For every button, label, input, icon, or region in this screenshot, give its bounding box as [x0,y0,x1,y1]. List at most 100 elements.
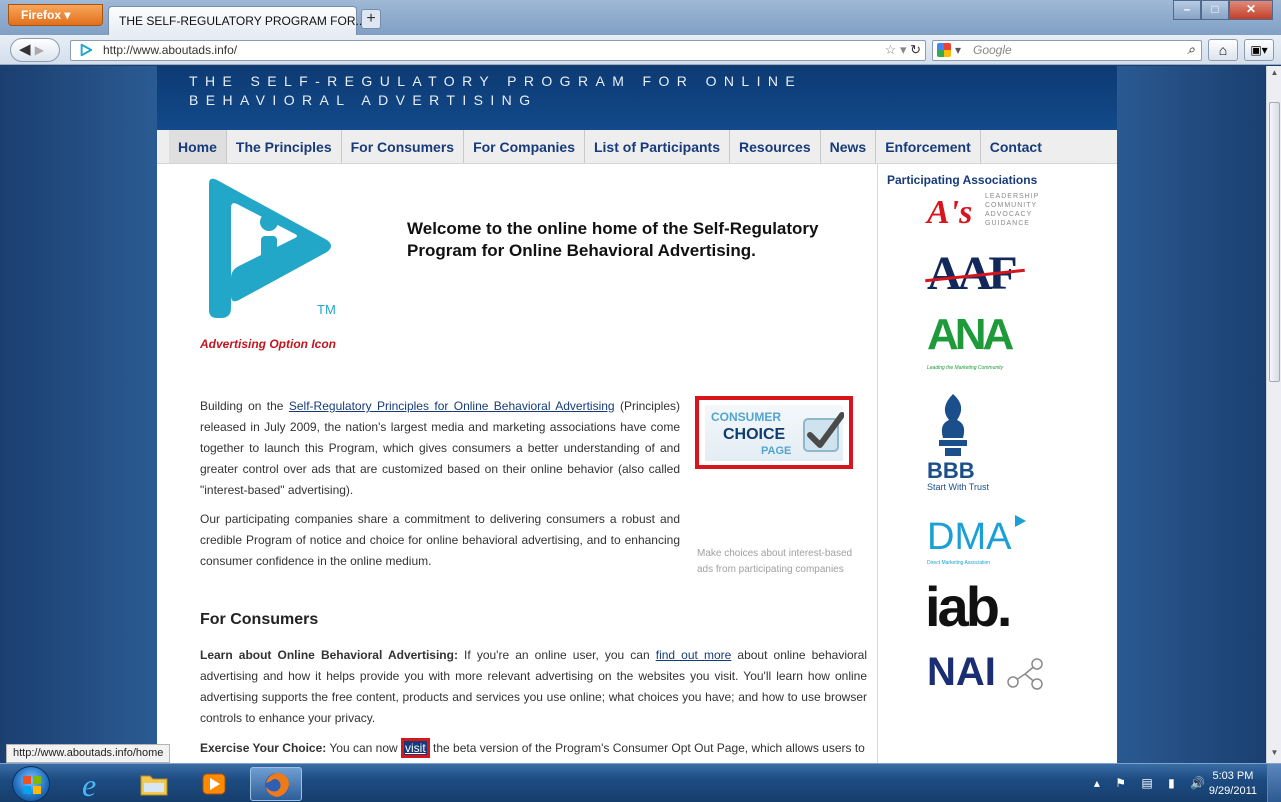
nav-list-of-participants[interactable]: List of Participants [585,130,731,163]
nav-the-principles[interactable]: The Principles [227,130,342,163]
dma-logo[interactable]: DMA Direct Marketing Association [927,515,1037,576]
bbb-mark: BBB [927,458,975,483]
for-consumers-heading: For Consumers [200,611,319,628]
taskbar-windows-explorer[interactable] [128,767,180,801]
nav-contact[interactable]: Contact [981,130,1051,163]
commitment-paragraph: Our participating companies share a comm… [200,512,680,568]
dropdown-icon[interactable]: ▾ [900,42,907,57]
bookmark-star-icon[interactable]: ☆ [885,42,897,57]
nav-enforcement[interactable]: Enforcement [876,130,981,163]
nav-resources[interactable]: Resources [730,130,821,163]
ccp-caption: Make choices about interest-based ads fr… [697,548,853,575]
back-button[interactable]: ◀ ▶ [10,38,60,62]
maximize-button[interactable]: □ [1201,0,1229,20]
sidebar-divider [877,164,878,763]
aaaa-tagline: LEADERSHIP COMMUNITY ADVOCACY GUIDANCE [985,192,1039,228]
taskbar-clock[interactable]: 5:03 PM 9/29/2011 [1209,769,1257,799]
exercise-choice-paragraph: Exercise Your Choice: You can now visit … [200,738,867,759]
exercise-text-post: the beta version of the Program's Consum… [429,741,865,755]
visit-link[interactable]: visit [401,738,430,758]
nai-network-icon [1007,658,1043,690]
taskbar-internet-explorer[interactable]: e [68,767,120,802]
iab-logo[interactable]: iab. [925,575,1035,642]
page-scrollbar[interactable]: ▲ ▼ [1266,66,1281,763]
ccp-line-choice: CHOICE [723,426,786,443]
learn-paragraph: Learn about Online Behavioral Advertisin… [200,645,867,729]
reload-icon[interactable]: ↻ [910,42,921,57]
exercise-text-pre: You can now [326,741,402,755]
scroll-down-icon[interactable]: ▼ [1269,748,1280,760]
aaaa-tag-1: LEADERSHIP [985,193,1040,200]
search-engine-dropdown-icon[interactable]: ▾ [955,43,961,57]
clock-date: 9/29/2011 [1208,785,1257,797]
iab-mark: iab. [925,575,1012,638]
aaaa-mark: A's [927,194,973,231]
learn-text-pre: If you're an online user, you can [457,648,656,662]
taskbar-firefox[interactable] [250,767,302,801]
address-bar[interactable]: http://www.aboutads.info/ ☆ ▾ ↻ [70,40,926,61]
signal-icon[interactable]: ▮ [1168,776,1181,790]
checkmark-icon [803,412,844,452]
search-bar[interactable]: ▾ Google ⌕ [932,40,1202,61]
taskbar-media-player[interactable] [188,767,240,801]
bbb-logo[interactable]: BBB Start With Trust [927,394,1007,494]
status-bar: http://www.aboutads.info/home [6,744,171,763]
home-button[interactable]: ⌂ [1208,39,1238,61]
home-icon: ⌂ [1218,42,1228,58]
nav-for-consumers[interactable]: For Consumers [342,130,465,163]
windows-logo-icon [23,776,41,794]
media-player-icon [202,773,226,795]
site-header: THE SELF-REGULATORY PROGRAM FOR ONLINE B… [157,66,1117,130]
ccp-line-consumer: CONSUMER [711,410,782,424]
ana-tagline: Leading the Marketing Community [927,365,1004,371]
aaf-logo[interactable]: AAF [925,247,1027,300]
back-arrow-icon: ◀ [19,41,31,58]
show-desktop-button[interactable] [1267,764,1281,802]
find-out-more-link[interactable]: find out more [656,648,732,662]
bookmarks-button[interactable]: ▣▾ [1244,39,1274,61]
aaaa-tag-3: ADVOCACY [985,211,1033,218]
principles-link[interactable]: Self-Regulatory Principles for Online Be… [289,399,615,413]
google-icon[interactable] [937,43,951,57]
dma-tagline: Direct Marketing Association [927,560,991,566]
nai-logo[interactable]: NAI [927,650,1057,704]
ana-mark: ANA [927,310,1014,359]
start-button[interactable] [12,766,50,802]
internet-explorer-icon: e [82,767,97,802]
aaaa-logo[interactable]: A's LEADERSHIP COMMUNITY ADVOCACY GUIDAN… [927,192,1057,242]
volume-icon[interactable]: 🔊 [1190,776,1211,790]
ccp-line-page: PAGE [761,445,792,457]
site-identity-icon [80,43,93,57]
aaaa-tag-4: GUIDANCE [985,220,1030,227]
participating-associations-heading: Participating Associations [887,173,1038,187]
scroll-thumb[interactable] [1269,102,1280,382]
url-text: http://www.aboutads.info/ [103,43,238,57]
intro-paragraph: Building on the Self-Regulatory Principl… [200,396,680,501]
firefox-menu-label: Firefox [21,8,62,22]
firefox-menu-button[interactable]: Firefox ▾ [8,4,103,26]
exercise-bold-lead: Exercise Your Choice: [200,741,327,755]
action-center-flag-icon[interactable]: ⚑ [1115,776,1132,790]
ana-logo[interactable]: ANA Leading the Marketing Community [927,310,1037,374]
nav-for-companies[interactable]: For Companies [464,130,585,163]
icon-caption: Advertising Option Icon [200,337,337,351]
close-button[interactable]: ✕ [1229,0,1273,20]
nav-home[interactable]: Home [169,130,227,163]
browser-tab[interactable]: THE SELF-REGULATORY PROGRAM FOR... [108,6,366,35]
main-content: TM Advertising Option Icon Welcome to th… [157,164,1117,763]
dma-play-icon [1015,515,1026,527]
nav-news[interactable]: News [821,130,877,163]
bbb-tagline: Start With Trust [927,482,990,492]
search-magnifier-icon[interactable]: ⌕ [1187,41,1195,58]
search-placeholder: Google [973,43,1012,57]
network-icon[interactable]: ▤ [1141,776,1158,790]
forward-arrow-icon[interactable]: ▶ [35,43,44,57]
consumer-choice-page-button[interactable]: CONSUMER CHOICE PAGE [695,396,853,469]
minimize-button[interactable]: – [1173,0,1201,20]
new-tab-button[interactable]: + [361,9,381,29]
tray-expand-icon[interactable]: ▴ [1094,776,1106,790]
learn-bold-lead: Learn about Online Behavioral Advertisin… [200,648,458,662]
scroll-up-icon[interactable]: ▲ [1269,68,1280,80]
advertising-option-icon [209,178,331,318]
welcome-heading: Welcome to the online home of the Self-R… [407,219,819,260]
